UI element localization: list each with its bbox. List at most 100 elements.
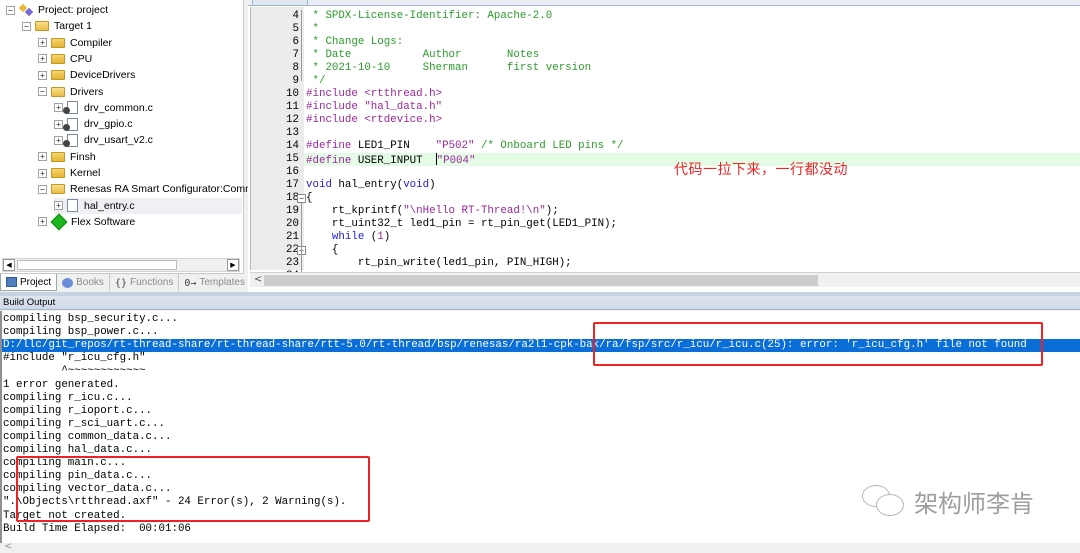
build-output-line[interactable]: ".\Objects\rtthread.axf" - 24 Error(s), … xyxy=(2,496,346,509)
line-number: 7 xyxy=(292,49,299,61)
tree-item-label: Drivers xyxy=(70,85,104,98)
code-line[interactable]: * Date Author Notes xyxy=(304,49,1080,62)
build-output-line[interactable]: #include "r_icu_cfg.h" xyxy=(2,352,146,365)
build-output-line[interactable]: compiling bsp_power.c... xyxy=(2,326,159,339)
scroll-left-button[interactable]: ◀ xyxy=(3,259,15,271)
expand-icon[interactable]: + xyxy=(38,38,47,48)
build-output-line[interactable]: compiling vector_data.c... xyxy=(2,483,171,496)
code-line[interactable]: { xyxy=(304,192,1080,205)
code-token: * 2021-10-10 Sherman first version xyxy=(306,62,592,74)
code-line[interactable]: * xyxy=(304,23,1080,36)
code-line[interactable]: while (1) xyxy=(304,231,1080,244)
build-output-line[interactable]: compiling r_ioport.c... xyxy=(2,405,152,418)
collapse-icon[interactable]: − xyxy=(22,21,31,31)
scroll-right-button[interactable]: ▶ xyxy=(227,259,239,271)
tab-label: Project xyxy=(20,276,52,288)
code-token: #include xyxy=(306,101,365,113)
expand-icon[interactable]: + xyxy=(38,70,47,80)
code-token: ) xyxy=(429,179,436,191)
code-line[interactable]: { xyxy=(304,244,1080,257)
line-number: 19 xyxy=(286,205,299,217)
code-line[interactable]: rt_kprintf("\nHello RT-Thread!\n"); xyxy=(304,205,1080,218)
collapse-icon[interactable]: − xyxy=(38,184,47,194)
tree-item-label: CPU xyxy=(70,52,93,65)
expand-icon[interactable]: + xyxy=(38,217,47,227)
tree-horizontal-scrollbar[interactable]: ◀ ▶ xyxy=(2,258,240,272)
tree-item[interactable]: − Drivers xyxy=(38,84,103,100)
collapse-icon[interactable]: − xyxy=(38,87,47,96)
editor-tab-hal-entry[interactable] xyxy=(252,0,308,6)
tree-item[interactable]: − Project: project xyxy=(6,2,108,18)
folder-open-icon xyxy=(51,86,65,97)
code-line[interactable]: #include <rtdevice.h> xyxy=(304,114,1080,127)
tab-label: Books xyxy=(76,277,104,288)
build-output-line[interactable]: 1 error generated. xyxy=(2,379,120,392)
code-token: hal_entry( xyxy=(331,179,404,191)
tree-item[interactable]: + drv_common.c xyxy=(54,100,153,116)
expand-icon[interactable]: + xyxy=(38,54,47,64)
build-output-line[interactable]: compiling r_icu.c... xyxy=(2,392,133,405)
build-output-line[interactable]: Target not created. xyxy=(2,510,126,523)
code-line[interactable]: rt_uint32_t led1_pin = rt_pin_get(LED1_P… xyxy=(304,218,1080,231)
tab-project[interactable]: Project xyxy=(0,274,58,291)
tree-item[interactable]: + Finsh xyxy=(38,149,96,165)
code-line[interactable]: #define LED1_PIN "P502" /* Onboard LED p… xyxy=(304,140,1080,153)
expand-icon[interactable]: + xyxy=(38,168,47,178)
code-token: rt_pin_write(led1_pin, PIN_HIGH); xyxy=(306,257,572,269)
tree-item[interactable]: + CPU xyxy=(38,51,92,67)
tree-item[interactable]: + Kernel xyxy=(38,165,100,181)
code-token: "P502" xyxy=(435,140,475,152)
tree-item[interactable]: + Compiler xyxy=(38,35,112,51)
line-number: 21 xyxy=(286,231,299,243)
code-line[interactable]: * Change Logs: xyxy=(304,36,1080,49)
code-token: */ xyxy=(306,75,326,87)
scroll-thumb[interactable] xyxy=(264,275,818,286)
code-line[interactable]: * 2021-10-10 Sherman first version xyxy=(304,62,1080,75)
tree-item[interactable]: + hal_entry.c xyxy=(54,197,242,214)
code-editor[interactable]: 456789101112131415161718−19202122−2324 *… xyxy=(248,0,1080,292)
scroll-thumb[interactable] xyxy=(17,260,177,270)
build-output-line[interactable]: compiling main.c... xyxy=(2,457,126,470)
code-token: ) xyxy=(383,231,391,243)
code-line[interactable]: void hal_entry(void) xyxy=(304,179,1080,192)
tree-item[interactable]: + Flex Software xyxy=(38,213,135,231)
code-line[interactable]: #include <rtthread.h> xyxy=(304,88,1080,101)
code-token: rt_kprintf( xyxy=(306,205,404,217)
build-output-horizontal-scrollbar[interactable]: < xyxy=(0,541,1080,553)
build-output-line[interactable]: compiling bsp_security.c... xyxy=(2,313,178,326)
code-token: { xyxy=(306,192,313,204)
expand-icon[interactable]: + xyxy=(54,135,63,145)
build-output-line[interactable]: compiling common_data.c... xyxy=(2,431,171,444)
expand-icon[interactable]: + xyxy=(54,103,63,113)
build-output-line[interactable]: compiling r_sci_uart.c... xyxy=(2,418,165,431)
build-output-line[interactable]: compiling hal_data.c... xyxy=(2,444,152,457)
code-line[interactable] xyxy=(304,127,1080,140)
folder-icon xyxy=(51,37,65,48)
build-error-line[interactable]: D:/llc/git_repos/rt-thread-share/rt-thre… xyxy=(2,339,1080,353)
editor-horizontal-scrollbar[interactable]: < xyxy=(250,272,1080,287)
code-line[interactable]: #include "hal_data.h" xyxy=(304,101,1080,114)
tree-item[interactable]: − Renesas RA Smart Configurator:Commc xyxy=(38,181,259,197)
tree-item[interactable]: + drv_usart_v2.c xyxy=(54,132,153,148)
build-output-line[interactable]: compiling pin_data.c... xyxy=(2,470,152,483)
line-number-gutter: 456789101112131415161718−19202122−2324 xyxy=(250,7,306,287)
tab-templates[interactable]: 0→ Templates xyxy=(179,274,251,291)
tab-books[interactable]: Books xyxy=(57,274,110,291)
collapse-icon[interactable]: − xyxy=(6,5,15,15)
expand-icon[interactable]: + xyxy=(54,119,63,129)
code-line[interactable]: * SPDX-License-Identifier: Apache-2.0 xyxy=(304,10,1080,23)
tree-item[interactable]: + drv_gpio.c xyxy=(54,116,132,132)
scroll-left-icon[interactable]: < xyxy=(4,541,12,552)
expand-icon[interactable]: + xyxy=(38,152,47,162)
build-output-line[interactable]: Build Time Elapsed: 00:01:06 xyxy=(2,523,191,536)
build-output-line[interactable]: ^~~~~~~~~~~~~ xyxy=(2,365,145,378)
tree-item[interactable]: − Target 1 xyxy=(22,18,92,34)
code-area[interactable]: * SPDX-License-Identifier: Apache-2.0 * … xyxy=(304,7,1080,270)
tree-item[interactable]: + DeviceDrivers xyxy=(38,67,135,83)
scroll-left-icon[interactable]: < xyxy=(254,274,262,285)
folder-icon xyxy=(51,70,65,81)
code-line[interactable]: */ xyxy=(304,75,1080,88)
expand-icon[interactable]: + xyxy=(54,201,63,211)
tab-functions[interactable]: {} Functions xyxy=(110,274,180,291)
code-line[interactable]: rt_pin_write(led1_pin, PIN_HIGH); xyxy=(304,257,1080,270)
